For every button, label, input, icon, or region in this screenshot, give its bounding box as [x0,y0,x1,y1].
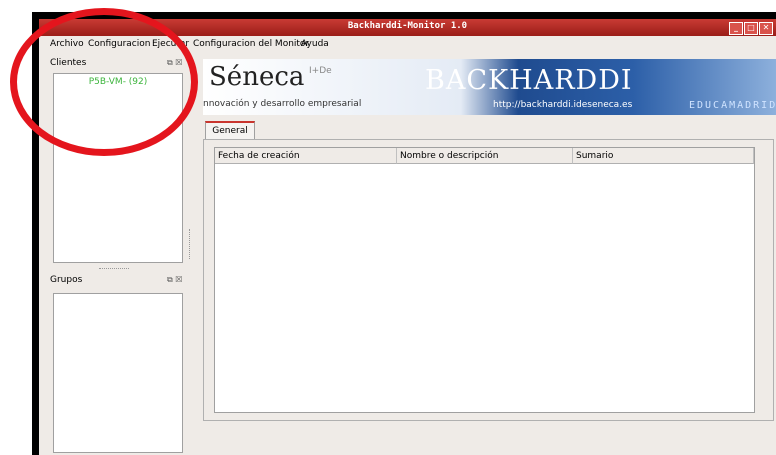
banner-url: http://backharddi.ideseneca.es [493,100,633,110]
grupos-list[interactable] [53,293,183,453]
annotation-circle [10,8,198,156]
minimize-icon[interactable]: _ [729,22,743,35]
menu-ayuda[interactable]: Ayuda [301,39,329,49]
vertical-splitter-handle[interactable] [189,229,192,259]
banner: Séneca I+De nnovación y desarrollo empre… [203,59,776,115]
grupos-title: Grupos [50,275,83,285]
backups-table[interactable]: Fecha de creación Nombre o descripción S… [214,147,755,413]
close-icon[interactable]: ✕ [759,22,773,35]
tagline: nnovación y desarrollo empresarial [203,99,362,109]
grupos-panel-buttons[interactable]: ⧉ ☒ [167,275,182,285]
backharddi-logo: BACKHARDDI [425,65,633,96]
seneca-logo: Séneca [209,62,305,92]
column-sumario[interactable]: Sumario [573,148,754,164]
column-nombre[interactable]: Nombre o descripción [397,148,573,164]
horizontal-splitter-handle[interactable] [99,268,129,271]
column-fecha[interactable]: Fecha de creación [215,148,397,164]
maximize-icon[interactable]: □ [744,22,758,35]
menu-configuracion-monitor[interactable]: Configuracion del Monitor [193,39,309,49]
ide-label: I+De [309,66,332,76]
tab-general[interactable]: General [205,121,255,141]
educamadrid-logo: EDUCAMADRID [689,100,776,111]
